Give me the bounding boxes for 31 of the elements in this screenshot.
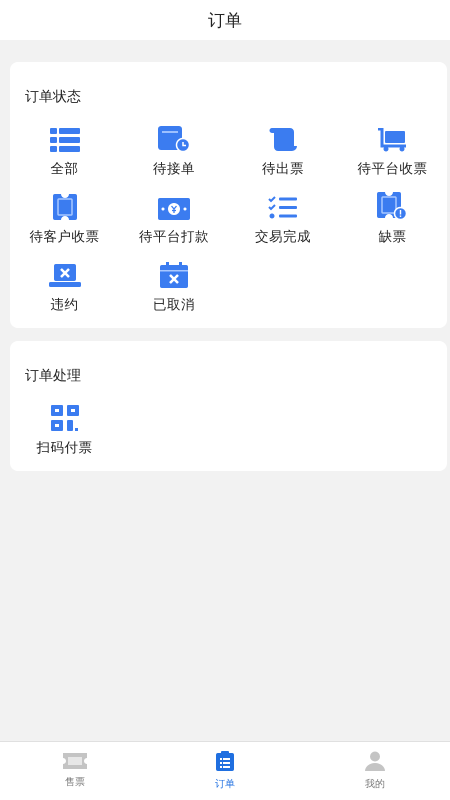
- checklist-icon: [268, 196, 298, 220]
- ticket-icon: [63, 753, 87, 769]
- section-title: 订单状态: [25, 88, 81, 106]
- ticket-icon: [52, 194, 77, 220]
- qr-code-icon: [50, 405, 79, 431]
- status-item[interactable]: 已取消: [119, 256, 228, 318]
- tab[interactable]: 售票: [0, 742, 150, 800]
- status-item[interactable]: 交易完成: [228, 188, 338, 250]
- laptop-cross-icon: [48, 264, 81, 288]
- status-item[interactable]: 待出票: [228, 120, 338, 182]
- tab[interactable]: 我的: [300, 742, 450, 800]
- status-item[interactable]: 全部: [10, 120, 120, 182]
- clipboard-icon: [216, 751, 234, 771]
- status-item[interactable]: 待平台收票: [338, 120, 447, 182]
- calendar-cross-icon: [160, 262, 188, 288]
- list-icon: [50, 128, 80, 152]
- status-item[interactable]: 扫码付票: [10, 399, 120, 461]
- scroll-icon: [268, 128, 298, 152]
- ticket-alert-icon: [377, 192, 408, 220]
- status-item[interactable]: 待接单: [119, 120, 228, 182]
- page-title: 订单: [0, 0, 450, 40]
- cart-icon: [377, 128, 408, 152]
- banknote-icon: [158, 198, 190, 220]
- section-title: 订单处理: [25, 367, 81, 385]
- person-icon: [365, 751, 385, 771]
- tab[interactable]: 订单: [150, 742, 300, 800]
- status-item[interactable]: 待平台打款: [119, 188, 228, 250]
- status-item[interactable]: 缺票: [338, 188, 447, 250]
- status-item[interactable]: 违约: [10, 256, 120, 318]
- calendar-clock-icon: [158, 126, 190, 152]
- status-item[interactable]: 待客户收票: [10, 188, 120, 250]
